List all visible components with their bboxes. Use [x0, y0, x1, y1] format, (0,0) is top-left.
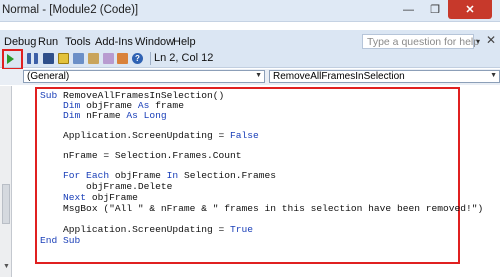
code-line: objFrame.Delete	[40, 181, 172, 192]
toolbar-separator	[150, 52, 151, 65]
code-text: Selection.Frames	[178, 170, 277, 181]
pause-icon[interactable]	[27, 53, 38, 64]
code-text: objFrame.Delete	[40, 181, 173, 192]
code-line: Application.ScreenUpdating = False	[40, 130, 259, 141]
menu-add-ins[interactable]: Add-Ins	[95, 36, 133, 48]
run-icon[interactable]	[7, 54, 14, 64]
code-keyword: For Each	[40, 170, 110, 181]
code-keyword: True	[230, 224, 254, 235]
code-keyword: End Sub	[40, 235, 81, 246]
maximize-button[interactable]: ❐	[422, 0, 448, 19]
help-search-input[interactable]: Type a question for help	[362, 34, 479, 49]
stop-icon[interactable]	[43, 53, 54, 64]
object-dropdown-value: (General)	[27, 71, 70, 82]
menu-run[interactable]: Run	[38, 36, 58, 48]
code-line: Application.ScreenUpdating = True	[40, 224, 253, 235]
code-line: MsgBox ("All " & nFrame & " frames in th…	[40, 203, 483, 214]
menu-debug[interactable]: Debug	[4, 36, 36, 48]
menu-help[interactable]: Help	[173, 36, 196, 48]
object-browser-icon[interactable]	[103, 53, 114, 64]
code-line: End Sub	[40, 235, 80, 246]
window-title: Normal - [Module2 (Code)]	[2, 4, 139, 16]
object-dropdown[interactable]: (General) ▼	[23, 70, 265, 83]
margin-indicator-bar	[0, 86, 12, 277]
minimize-button[interactable]: —	[395, 0, 422, 19]
code-text: nFrame	[80, 110, 127, 121]
code-line: Next objFrame	[40, 192, 138, 203]
dropdown-arrow-icon: ▼	[255, 72, 262, 79]
code-text: nFrame = Selection.Frames.Count	[40, 150, 242, 161]
properties-icon[interactable]	[88, 53, 99, 64]
help-icon[interactable]: ?	[132, 53, 143, 64]
procedure-dropdown-value: RemoveAllFramesInSelection	[273, 71, 405, 82]
code-keyword: In	[166, 170, 179, 181]
code-text: Application.ScreenUpdating =	[40, 224, 230, 235]
code-line: Dim nFrame As Long	[40, 110, 167, 121]
code-keyword: Dim	[40, 110, 81, 121]
procedure-dropdown[interactable]: RemoveAllFramesInSelection ▼	[269, 70, 500, 83]
toolbox-icon[interactable]	[117, 53, 128, 64]
code-text: objFrame	[86, 192, 138, 203]
close-window-icon[interactable]: ✕	[486, 33, 496, 47]
project-explorer-icon[interactable]	[73, 53, 84, 64]
code-keyword: As Long	[126, 110, 167, 121]
scroll-arrow-icon[interactable]: ▼	[3, 263, 10, 270]
code-keyword: False	[230, 130, 259, 141]
code-line: nFrame = Selection.Frames.Count	[40, 150, 242, 161]
code-text: Application.ScreenUpdating =	[40, 130, 230, 141]
code-line: For Each objFrame In Selection.Frames	[40, 170, 276, 181]
dropdown-arrow-icon: ▼	[490, 72, 497, 79]
scroll-thumb[interactable]	[2, 184, 10, 224]
menu-tools[interactable]: Tools	[65, 36, 91, 48]
design-mode-icon[interactable]	[58, 53, 69, 64]
close-button[interactable]: ✕	[448, 0, 492, 19]
code-text: objFrame	[109, 170, 167, 181]
code-text: MsgBox ("All " & nFrame & " frames in th…	[40, 203, 484, 214]
title-bar: Normal - [Module2 (Code)] — ❐ ✕	[0, 0, 500, 22]
help-search-placeholder: Type a question for help	[367, 36, 480, 48]
menu-window[interactable]: Window	[135, 36, 174, 48]
chevron-down-icon[interactable]: ▾	[476, 37, 480, 46]
cursor-position: Ln 2, Col 12	[154, 52, 214, 64]
code-keyword: Next	[40, 192, 87, 203]
